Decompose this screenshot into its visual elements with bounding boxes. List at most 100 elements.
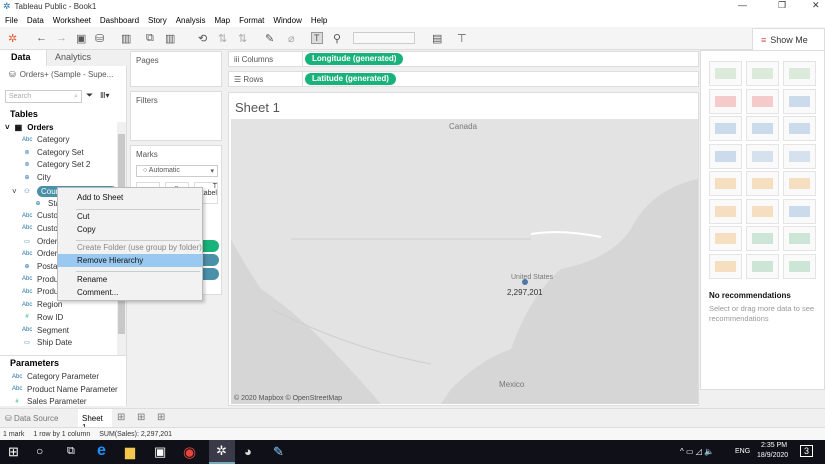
save-icon[interactable]: ▣	[76, 32, 86, 45]
field-item[interactable]: ⊕ Posta	[22, 262, 57, 271]
menu-data[interactable]: Data	[27, 16, 44, 25]
redo-icon[interactable]: →	[56, 32, 67, 44]
new-dashboard-icon[interactable]: ⊞	[137, 412, 145, 423]
menu-item-add-to-sheet[interactable]: Add to Sheet	[58, 191, 202, 204]
menu-item-remove-hierarchy[interactable]: Remove Hierarchy	[58, 254, 202, 267]
store-icon[interactable]: ▣	[154, 444, 166, 460]
chevron-down-icon[interactable]: ˅	[12, 187, 17, 196]
duplicate-icon[interactable]: ⧉	[146, 32, 154, 45]
menu-format[interactable]: Format	[239, 16, 264, 25]
field-item[interactable]: ⊕ City	[22, 173, 50, 182]
show-me-button[interactable]: ≡ Show Me	[752, 28, 825, 50]
field-item[interactable]: Abc Produ	[22, 275, 58, 284]
edge-icon[interactable]: e	[97, 442, 106, 460]
field-item[interactable]: ⊚ Category Set 2	[22, 160, 90, 169]
menu-item-rename[interactable]: Rename	[58, 273, 202, 286]
parameter-item[interactable]: # Sales Parameter	[12, 397, 86, 406]
menu-map[interactable]: Map	[215, 16, 231, 25]
clock-time[interactable]: 2:35 PM	[761, 442, 787, 449]
tableau-home-icon[interactable]: ✲	[8, 32, 17, 45]
new-datasource-icon[interactable]: ⛁	[95, 32, 104, 45]
text-type-icon: Abc	[22, 301, 33, 308]
longitude-pill[interactable]: Longitude (generated)	[305, 53, 404, 65]
swap-icon[interactable]: ⟲	[198, 32, 207, 45]
sort-asc-icon[interactable]: ⇅	[218, 32, 227, 45]
menu-story[interactable]: Story	[148, 16, 167, 25]
field-item[interactable]: Abc Segment	[22, 326, 69, 335]
task-view-icon[interactable]: ⧉	[67, 445, 75, 458]
table-orders[interactable]: ˅ ▦ Orders	[5, 123, 53, 132]
app-icon[interactable]: ◕	[244, 444, 252, 459]
show-labels-icon[interactable]: T	[311, 32, 323, 44]
menu-file[interactable]: File	[5, 16, 18, 25]
parameter-item[interactable]: Abc Product Name Parameter	[12, 385, 118, 394]
minimize-button[interactable]: —	[738, 0, 747, 10]
field-item[interactable]: Abc Custo	[22, 224, 58, 233]
menu-item-copy[interactable]: Copy	[58, 223, 202, 236]
search-icon[interactable]: ○	[36, 444, 43, 458]
field-item[interactable]: # Row ID	[22, 313, 63, 322]
data-point[interactable]	[522, 279, 528, 285]
chart-type-box-whisker	[783, 226, 816, 251]
system-tray-icons[interactable]: ^ ▭ ◿ 🔈	[680, 447, 714, 456]
presentation-mode-icon[interactable]: ⊤	[457, 32, 467, 45]
menu-window[interactable]: Window	[273, 16, 301, 25]
text-type-icon: Abc	[22, 225, 33, 232]
field-item[interactable]: Abc Category	[22, 135, 69, 144]
chart-type-area-discrete	[746, 198, 779, 224]
notifications-icon[interactable]: 3	[800, 445, 814, 457]
tableau-taskbar-icon[interactable]: ✲	[209, 440, 235, 464]
map-attribution[interactable]: © 2020 Mapbox © OpenStreetMap	[234, 394, 342, 402]
menu-item-cut[interactable]: Cut	[58, 210, 202, 223]
filters-shelf[interactable]: Filters	[130, 91, 222, 141]
show-me-panel: No recommendations Select or drag more d…	[700, 50, 825, 390]
parameter-item[interactable]: Abc Category Parameter	[12, 372, 99, 381]
rows-shelf[interactable]: ☰ Rows Latitude (generated)	[228, 71, 699, 87]
view-options-icon[interactable]: Ⅲ▾	[100, 91, 110, 100]
clock-date[interactable]: 18/9/2020	[757, 452, 788, 459]
menu-item-comment[interactable]: Comment...	[58, 286, 202, 299]
field-item[interactable]: Abc Order	[22, 249, 57, 258]
tab-data[interactable]: Data	[11, 52, 31, 62]
group-icon[interactable]: ⌀	[288, 32, 295, 45]
highlight-icon[interactable]: ✎	[265, 32, 274, 45]
tab-data-source[interactable]: ⛁ Data Source	[5, 414, 58, 423]
pin-icon[interactable]: ⚲	[333, 32, 341, 45]
fit-dropdown[interactable]	[353, 32, 415, 44]
field-item[interactable]: ▭ Ship Date	[22, 338, 72, 347]
undo-icon[interactable]: ←	[36, 32, 47, 44]
columns-shelf[interactable]: iii Columns Longitude (generated)	[228, 51, 699, 67]
datasource-item[interactable]: ⛁ Orders+ (Sample - Supe...	[9, 70, 113, 79]
menu-worksheet[interactable]: Worksheet	[53, 16, 91, 25]
chrome-icon[interactable]: ◉	[183, 443, 196, 461]
new-worksheet-icon[interactable]: ▥	[121, 32, 131, 45]
maximize-button[interactable]: ❐	[778, 0, 786, 11]
mark-type-dropdown[interactable]: ○ Automatic ▾	[136, 165, 218, 177]
new-story-icon[interactable]: ⊞	[157, 412, 165, 423]
start-icon[interactable]: ⊞	[8, 444, 19, 460]
menu-analysis[interactable]: Analysis	[176, 16, 206, 25]
field-item[interactable]: ▭ Order	[22, 237, 57, 246]
clear-sheet-icon[interactable]: ▥	[165, 32, 175, 45]
close-button[interactable]: ✕	[812, 0, 820, 11]
chart-type-area-continuous	[709, 198, 742, 224]
tab-analytics[interactable]: Analytics	[55, 52, 91, 62]
field-item[interactable]: Abc Custo	[22, 211, 58, 220]
show-cards-icon[interactable]: ▤	[432, 32, 442, 45]
menu-help[interactable]: Help	[311, 16, 327, 25]
map[interactable]: Canada United States 2,297,201 Mexico © …	[231, 119, 698, 404]
language-indicator[interactable]: ENG	[735, 448, 750, 455]
field-item[interactable]: ⊚ Category Set	[22, 148, 83, 157]
search-input[interactable]: Search ⌕	[5, 90, 82, 103]
filter-icon[interactable]: ⏷	[86, 90, 93, 101]
menu-dashboard[interactable]: Dashboard	[100, 16, 139, 25]
new-worksheet-icon[interactable]: ⊞	[117, 412, 125, 423]
sort-desc-icon[interactable]: ⇅	[238, 32, 247, 45]
tab-sheet-1[interactable]: Sheet 1	[78, 409, 112, 432]
paint-icon[interactable]: ✎	[273, 444, 284, 460]
field-item[interactable]: Abc Region	[22, 300, 62, 309]
file-explorer-icon[interactable]: ▆	[125, 444, 135, 460]
field-item[interactable]: Abc Produ	[22, 287, 58, 296]
latitude-pill[interactable]: Latitude (generated)	[305, 73, 396, 85]
pages-shelf[interactable]: Pages	[130, 51, 222, 87]
